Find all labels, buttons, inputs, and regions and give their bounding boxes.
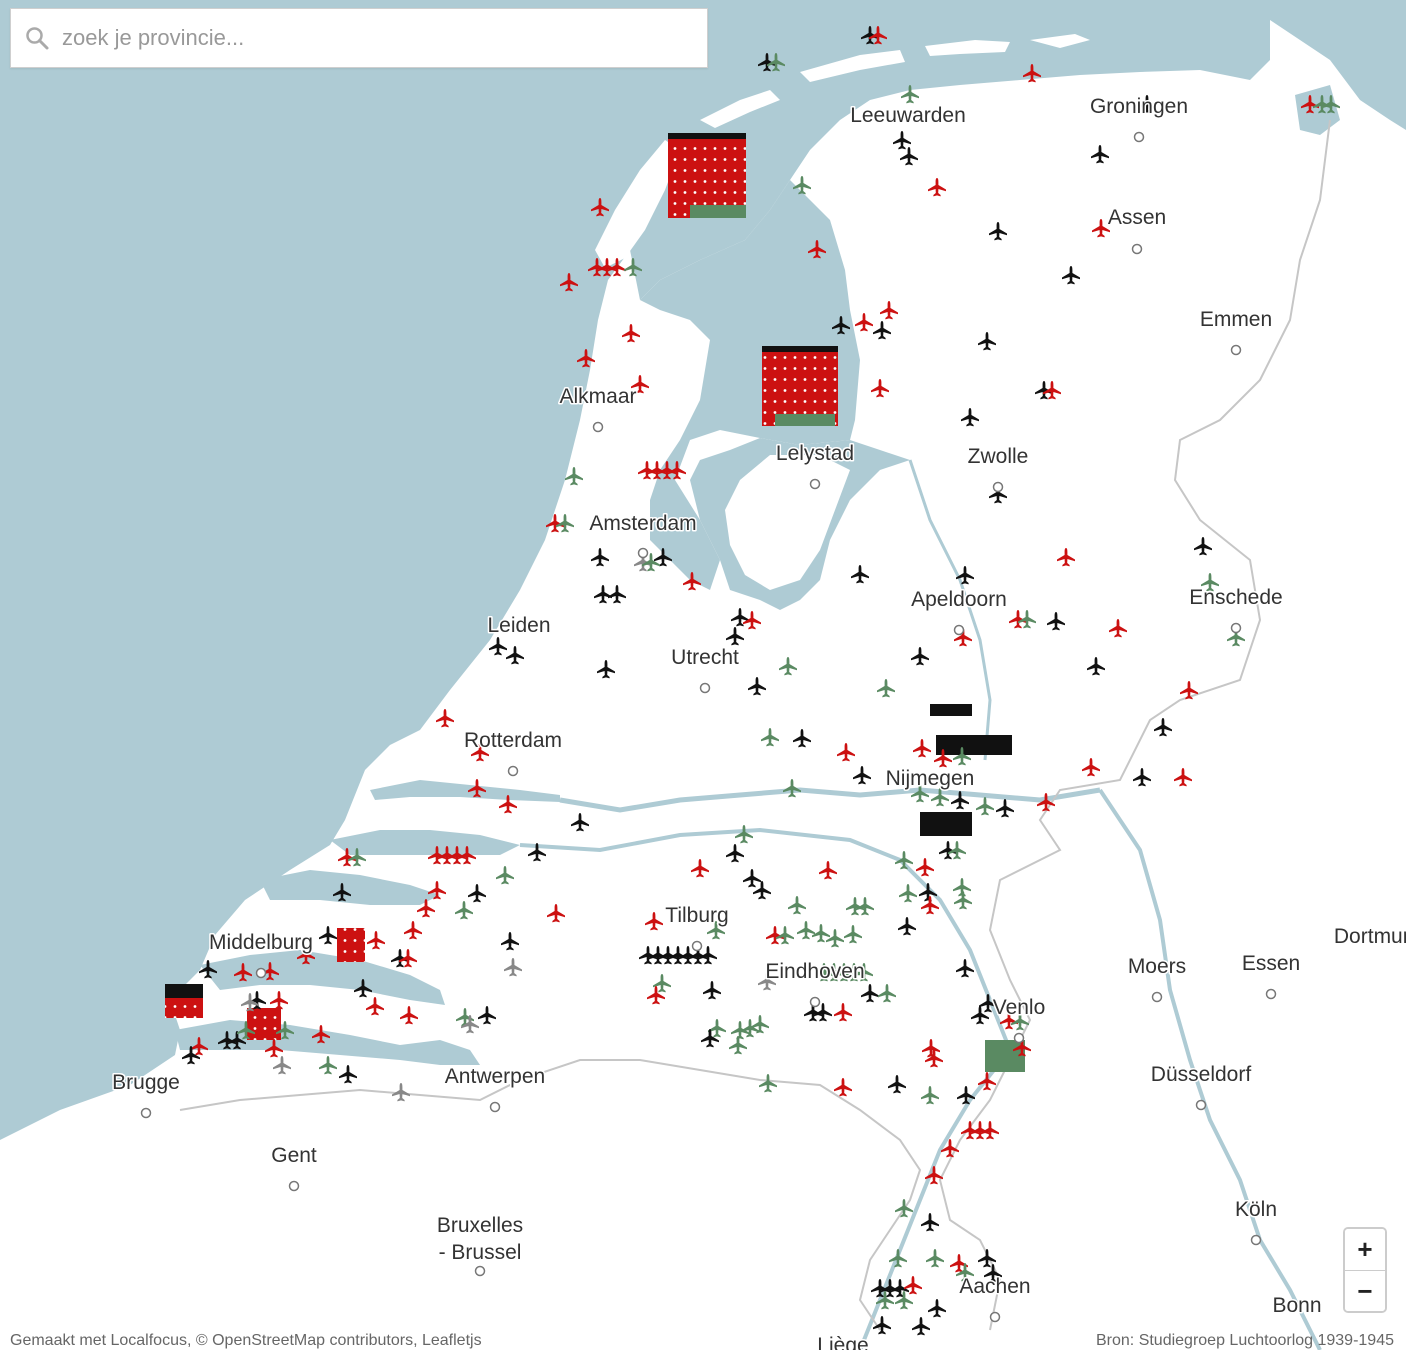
city-dot bbox=[140, 1107, 152, 1119]
city-dot bbox=[992, 481, 1004, 493]
city-label: Liège bbox=[817, 1334, 868, 1350]
city-dot bbox=[953, 624, 965, 636]
city-label: Alkmaar bbox=[559, 385, 636, 408]
city-dot bbox=[1151, 991, 1163, 1003]
search-box[interactable] bbox=[10, 8, 708, 68]
map-canvas[interactable]: Leeuwarden Groningen Assen Emmen Alkmaar Lely… bbox=[0, 0, 1406, 1350]
city-dot bbox=[255, 967, 267, 979]
city-label: Gent bbox=[271, 1144, 317, 1167]
city-dot bbox=[1131, 243, 1143, 255]
city-label: Groningen bbox=[1090, 95, 1188, 118]
city-dot bbox=[288, 1180, 300, 1192]
map-attribution[interactable]: Gemaakt met Localfocus, © OpenStreetMap … bbox=[10, 1332, 482, 1350]
city-label: Leiden bbox=[487, 614, 550, 637]
city-label: Dortmund bbox=[1334, 925, 1406, 948]
city-dot bbox=[592, 421, 604, 433]
zoom-out-button[interactable]: − bbox=[1345, 1270, 1385, 1311]
city-label: Bonn bbox=[1272, 1294, 1321, 1317]
zoom-in-button[interactable]: + bbox=[1345, 1229, 1385, 1270]
city-label: Assen bbox=[1108, 206, 1166, 229]
map[interactable]: Leeuwarden Groningen Assen Emmen Alkmaar Lely… bbox=[0, 0, 1406, 1350]
city-label: Aachen bbox=[959, 1275, 1030, 1298]
city-label: Eindhoven bbox=[765, 960, 864, 983]
zoom-control: + − bbox=[1343, 1227, 1387, 1313]
city-label: Amsterdam bbox=[589, 512, 696, 535]
city-label: Moers bbox=[1128, 955, 1186, 978]
crash-cluster-middelburg[interactable] bbox=[337, 928, 365, 962]
city-dot bbox=[507, 765, 519, 777]
city-label: Antwerpen bbox=[445, 1065, 545, 1088]
city-label: Utrecht bbox=[671, 646, 739, 669]
crash-cluster-coast-zeeland[interactable] bbox=[165, 984, 203, 1018]
search-input[interactable] bbox=[60, 24, 707, 52]
data-source: Bron: Studiegroep Luchtoorlog 1939-1945 bbox=[1096, 1332, 1394, 1349]
city-label: Brugge bbox=[112, 1071, 180, 1094]
city-label: - Brussel bbox=[439, 1241, 522, 1264]
city-label: Emmen bbox=[1200, 308, 1272, 331]
city-label: Nijmegen bbox=[886, 767, 975, 790]
city-dot bbox=[699, 682, 711, 694]
city-label: Enschede bbox=[1189, 586, 1282, 609]
search-icon bbox=[26, 27, 49, 50]
city-label: Düsseldorf bbox=[1151, 1063, 1252, 1086]
city-label: Leeuwarden bbox=[850, 104, 966, 127]
city-dot bbox=[989, 1311, 1001, 1323]
city-dot bbox=[1265, 988, 1277, 1000]
city-dot bbox=[809, 478, 821, 490]
city-dot bbox=[1013, 1032, 1025, 1044]
city-label: Apeldoorn bbox=[911, 588, 1007, 611]
city-label: Venlo bbox=[993, 996, 1046, 1019]
city-dot bbox=[1250, 1234, 1262, 1246]
city-label: Lelystad bbox=[776, 442, 854, 465]
crash-cluster-north-sea-1[interactable] bbox=[668, 133, 746, 218]
city-label: Middelburg bbox=[209, 931, 313, 954]
city-dot bbox=[1230, 622, 1242, 634]
city-dot bbox=[489, 1101, 501, 1113]
city-dot bbox=[1195, 1099, 1207, 1111]
city-dot bbox=[637, 547, 649, 559]
city-dot bbox=[691, 940, 703, 952]
city-label: Köln bbox=[1235, 1198, 1277, 1221]
city-label: Bruxelles bbox=[437, 1214, 523, 1237]
city-label: Zwolle bbox=[968, 445, 1029, 468]
city-label: Rotterdam bbox=[464, 729, 562, 752]
city-dot bbox=[474, 1265, 486, 1277]
city-dot bbox=[809, 996, 821, 1008]
city-label: Tilburg bbox=[665, 904, 728, 927]
crash-cluster-walcheren[interactable] bbox=[247, 1008, 281, 1040]
crash-cluster-ijsselmeer[interactable] bbox=[762, 346, 838, 426]
city-dot bbox=[1133, 131, 1145, 143]
city-label: Essen bbox=[1242, 952, 1300, 975]
city-dot bbox=[1230, 344, 1242, 356]
